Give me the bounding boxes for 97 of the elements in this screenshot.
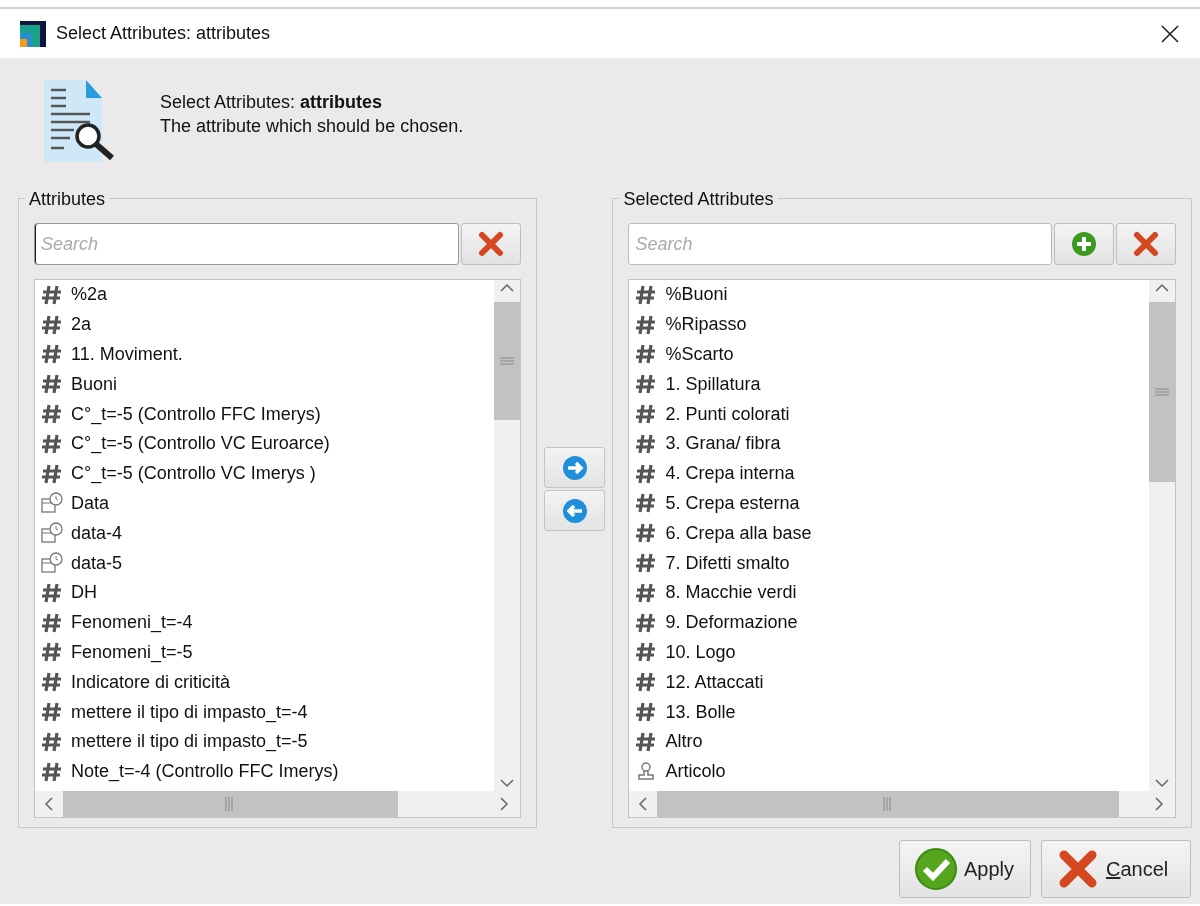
hash-icon [41, 373, 63, 396]
list-item[interactable]: 9. Deformazione [665, 609, 798, 637]
list-item[interactable]: Fenomeni_t=-4 [71, 609, 193, 637]
list-item[interactable]: 3. Grana/ fibra [665, 430, 781, 458]
list-item[interactable]: 5. Crepa esterna [665, 489, 800, 517]
scrollbar-thumb[interactable] [493, 302, 520, 420]
vertical-scrollbar[interactable] [493, 280, 520, 791]
list-item[interactable]: Articolo [665, 758, 726, 786]
hash-icon [41, 313, 63, 336]
close-icon [1161, 24, 1179, 43]
list-item[interactable]: 10. Logo [665, 638, 736, 666]
window-title: Select Attributes: attributes [56, 22, 272, 45]
add-button[interactable] [544, 447, 606, 488]
list-item[interactable]: 13. Bolle [665, 698, 736, 726]
hash-icon [635, 611, 658, 634]
hash-icon [41, 730, 63, 753]
hash-icon [635, 492, 658, 515]
hash-icon [41, 641, 63, 664]
list-item[interactable]: Indicatore di criticità [71, 668, 231, 696]
list-item[interactable]: Buoni [71, 370, 118, 398]
list-item[interactable]: %Ripasso [665, 311, 747, 339]
hash-icon [41, 581, 63, 604]
hash-icon [635, 641, 658, 664]
list-item[interactable]: Altro [665, 728, 703, 756]
calendar-clock-icon [41, 522, 63, 545]
scrollbar-thumb[interactable] [63, 791, 398, 817]
hash-icon [41, 403, 63, 426]
hash-icon [41, 701, 63, 724]
delete-icon [1132, 230, 1160, 258]
hash-icon [635, 552, 658, 575]
list-item[interactable]: DH [71, 579, 97, 607]
search-field[interactable]: Search [34, 223, 459, 265]
list-item[interactable]: 6. Crepa alla base [665, 519, 812, 547]
list-item[interactable]: mettere il tipo di impasto_t=-4 [71, 698, 308, 726]
checkmark-icon [914, 847, 958, 891]
list-item[interactable]: %Scarto [665, 341, 734, 368]
list-item[interactable]: Data [71, 489, 110, 517]
search-field[interactable]: Search [628, 223, 1052, 265]
calendar-clock-icon [41, 552, 63, 575]
list-item[interactable]: 4. Crepa interna [665, 460, 795, 488]
hash-icon [41, 611, 63, 634]
list-item[interactable]: %2a [71, 281, 108, 309]
cancel-button[interactable]: Cancel [1041, 840, 1191, 898]
add-button[interactable] [1054, 223, 1114, 265]
hash-icon [41, 283, 63, 306]
hash-icon [635, 403, 658, 426]
horizontal-scrollbar[interactable] [629, 791, 1175, 817]
list-item[interactable]: 8. Macchie verdi [665, 579, 797, 607]
list-item[interactable]: 7. Difetti smalto [665, 549, 790, 577]
hash-icon [635, 343, 658, 366]
list-item[interactable]: mettere il tipo di impasto_t=-5 [71, 728, 308, 756]
list-item[interactable]: %Buoni [665, 281, 728, 309]
list-item[interactable]: C°_t=-5 (Controllo VC Imerys ) [71, 460, 316, 488]
hash-icon [41, 343, 63, 366]
hash-icon [635, 432, 658, 455]
list-item[interactable]: data-5 [71, 549, 123, 577]
remove-button[interactable] [544, 490, 606, 531]
hash-icon [635, 462, 658, 485]
grip-icon [225, 796, 236, 812]
hash-icon [41, 432, 63, 455]
horizontal-scrollbar[interactable] [35, 791, 520, 817]
dialog-heading: Select Attributes: attributes [160, 91, 384, 114]
grip-icon [1154, 388, 1170, 396]
hash-icon [635, 581, 658, 604]
apply-button[interactable]: Apply [899, 840, 1031, 898]
hash-icon [635, 522, 658, 545]
hash-icon [635, 313, 658, 336]
list-item[interactable]: 2a [71, 311, 92, 339]
hash-icon [41, 760, 63, 783]
delete-icon [476, 230, 505, 258]
hash-icon [635, 671, 658, 694]
app-logo-icon [20, 20, 46, 47]
grip-icon [498, 357, 515, 365]
hash-icon [41, 671, 63, 694]
scrollbar-thumb[interactable] [657, 791, 1119, 817]
plus-icon [1071, 231, 1097, 257]
list-item[interactable]: Fenomeni_t=-5 [71, 638, 193, 666]
list-item[interactable]: 2. Punti colorati [665, 400, 790, 428]
list-item[interactable]: data-4 [71, 519, 123, 547]
calendar-clock-icon [41, 492, 63, 515]
list-item[interactable]: Note_t=-4 (Controllo FFC Imerys) [71, 758, 339, 786]
hash-icon [635, 701, 658, 724]
scrollbar-thumb[interactable] [1149, 302, 1175, 482]
hash-icon [41, 462, 63, 485]
hash-icon [635, 283, 658, 306]
list-item[interactable]: C°_t=-5 (Controllo FFC Imerys) [71, 400, 321, 428]
list-item[interactable]: 12. Attaccati [665, 668, 764, 696]
hash-icon [635, 730, 658, 753]
vertical-scrollbar[interactable] [1149, 280, 1175, 791]
hash-icon [635, 373, 658, 396]
list-item[interactable]: 11. Moviment. [71, 341, 183, 368]
list-item[interactable]: 1. Spillatura [665, 370, 761, 398]
grip-icon [883, 796, 894, 812]
list-item[interactable]: C°_t=-5 (Controllo VC Euroarce) [71, 430, 330, 458]
clear-button[interactable] [460, 223, 521, 265]
dialog-description: The attribute which should be chosen. [160, 115, 464, 138]
clear-button[interactable] [1116, 223, 1176, 265]
